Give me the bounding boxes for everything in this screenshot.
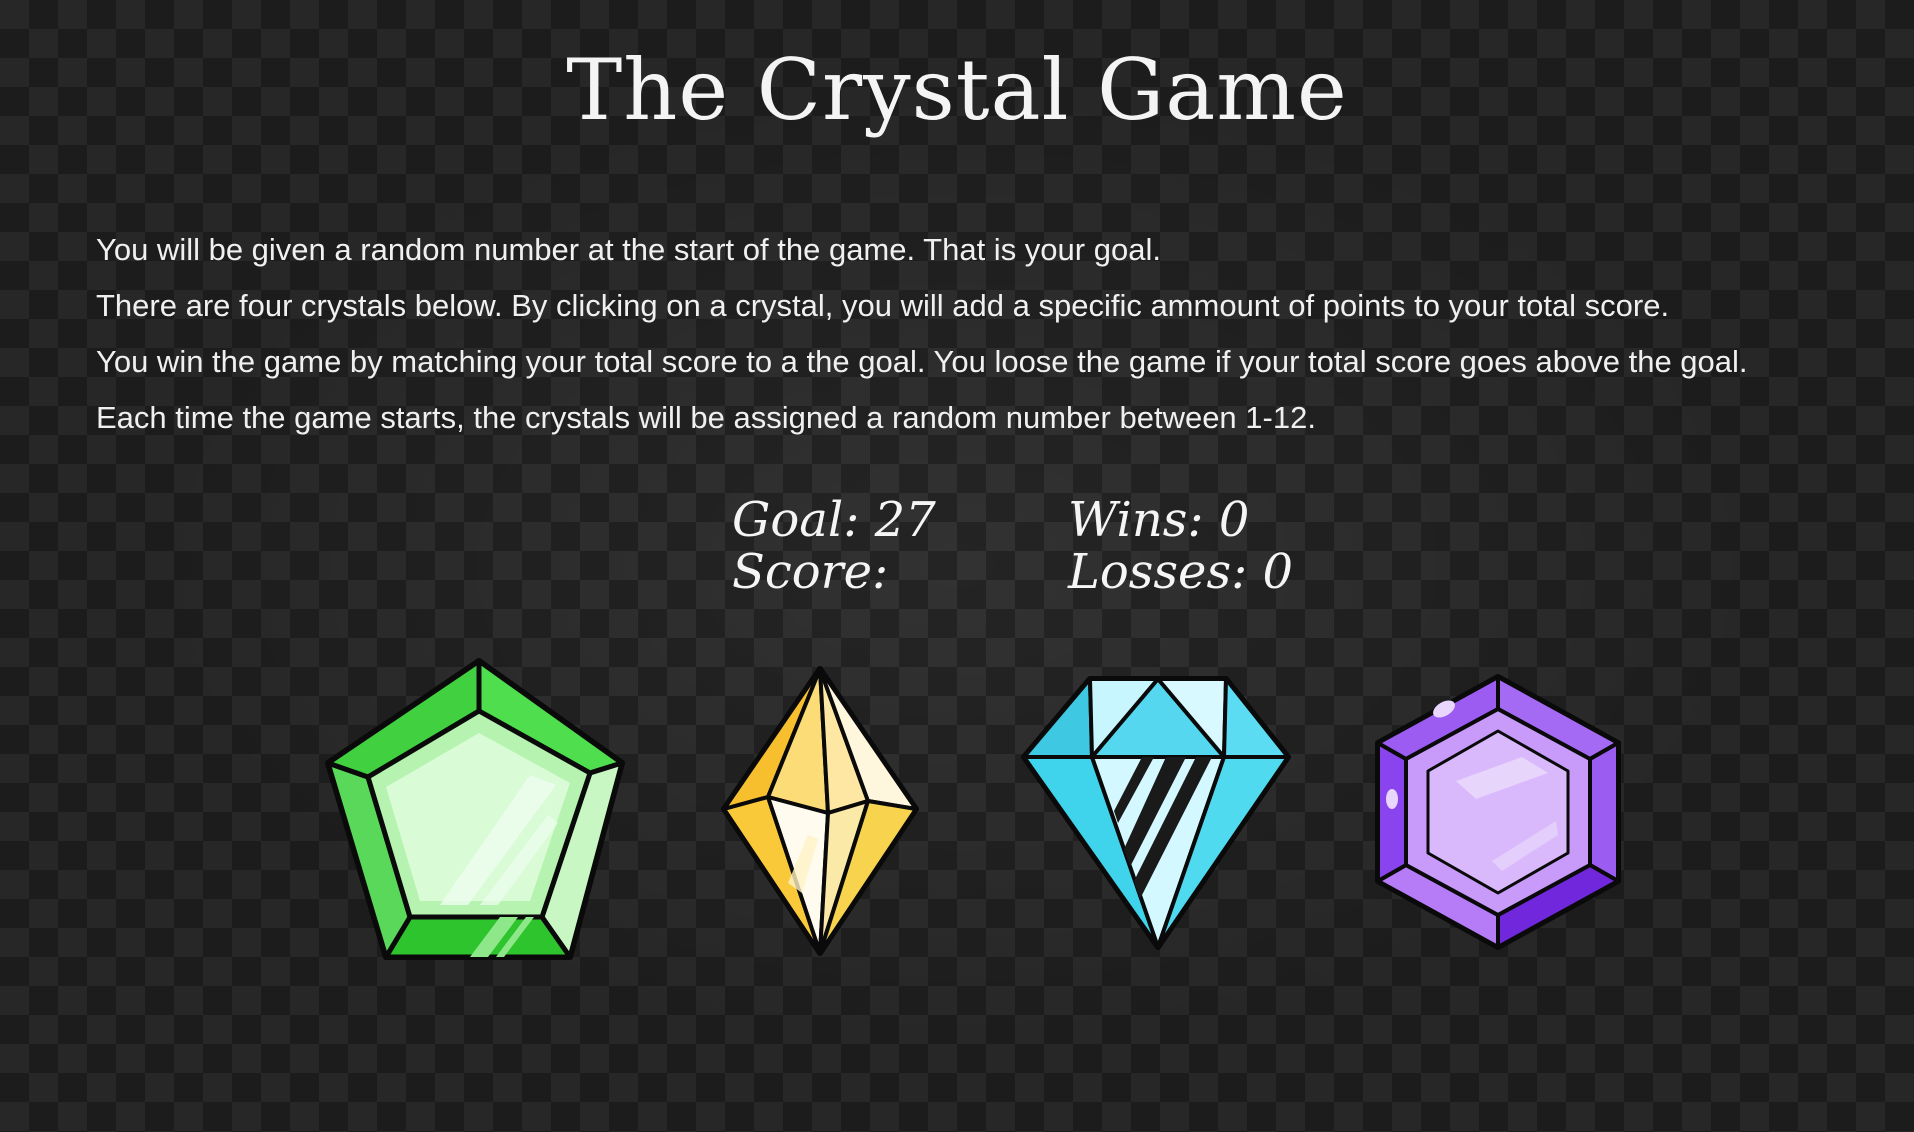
wins-losses-panel: Wins: 0 Losses: 0	[1068, 494, 1293, 598]
instructions-list: You will be given a random number at the…	[96, 222, 1896, 446]
score-label: Score:	[732, 544, 889, 600]
yellow-diamond-crystal-icon	[721, 666, 919, 956]
green-pentagon-crystal-icon	[325, 658, 625, 960]
cyan-crystal-button[interactable]	[1020, 673, 1292, 953]
losses-display: Losses: 0	[1068, 546, 1293, 598]
green-crystal-button[interactable]	[320, 655, 636, 965]
score-display: Score:	[732, 546, 936, 598]
instruction-line: You will be given a random number at the…	[96, 232, 1161, 267]
instruction-line: There are four crystals below. By clicki…	[96, 288, 1670, 323]
goal-value: 27	[874, 492, 936, 548]
goal-label: Goal:	[732, 492, 860, 548]
cyan-diamond-crystal-icon	[1021, 676, 1291, 950]
crystal-row	[0, 655, 1914, 965]
goal-score-panel: Goal: 27 Score:	[732, 494, 936, 598]
instruction-line: Each time the game starts, the crystals …	[96, 400, 1316, 435]
purple-hexagon-crystal-icon	[1375, 674, 1621, 950]
goal-display: Goal: 27	[732, 494, 936, 546]
losses-label: Losses:	[1068, 544, 1248, 600]
wins-value: 0	[1218, 492, 1250, 548]
wins-display: Wins: 0	[1068, 494, 1293, 546]
yellow-crystal-button[interactable]	[718, 663, 922, 959]
purple-crystal-button[interactable]	[1372, 671, 1624, 953]
wins-label: Wins:	[1068, 492, 1204, 548]
losses-value: 0	[1262, 544, 1294, 600]
instruction-line: You win the game by matching your total …	[96, 344, 1748, 379]
game-title: The Crystal Game	[566, 41, 1348, 139]
